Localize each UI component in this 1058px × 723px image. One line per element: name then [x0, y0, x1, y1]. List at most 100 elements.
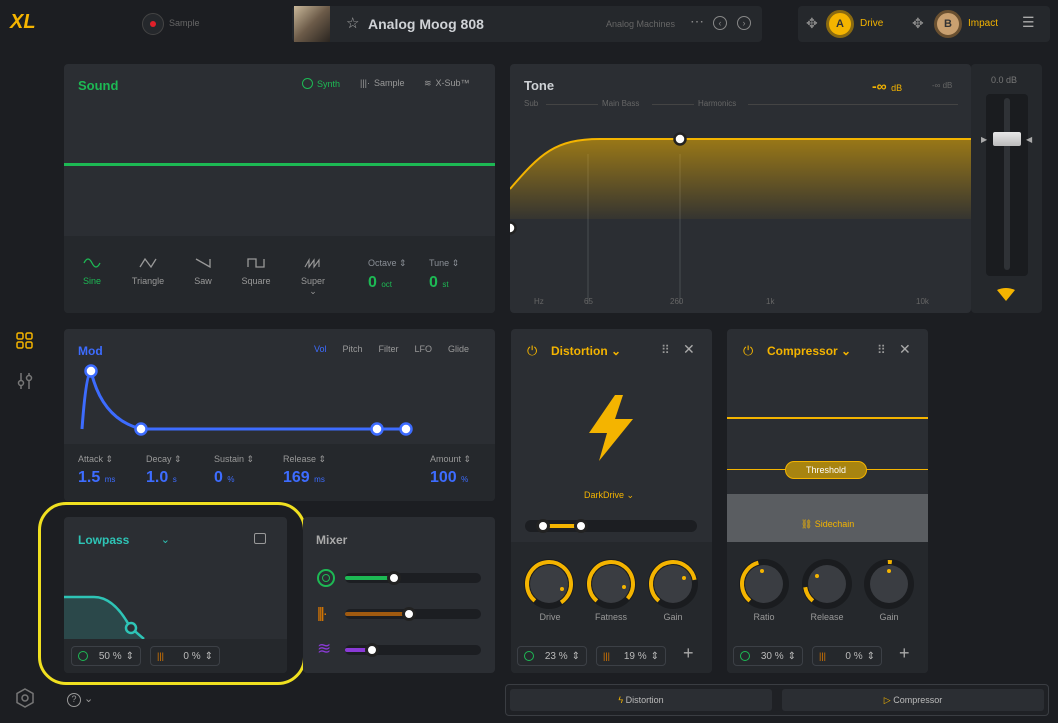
- sine-wave-icon: [83, 258, 101, 268]
- compressor-title[interactable]: Compressor ⌄: [767, 344, 851, 358]
- mixer-panel: Mixer |||· ≋: [303, 517, 495, 673]
- compressor-drag-icon[interactable]: ⠿: [877, 343, 886, 357]
- favorite-star-icon[interactable]: ☆: [346, 14, 359, 32]
- release-control[interactable]: Release ⇕ 169 ms: [283, 454, 326, 487]
- record-sample-button[interactable]: [142, 13, 164, 35]
- mixer-title: Mixer: [316, 533, 348, 547]
- compressor-synth-amount[interactable]: 30 % ⇕: [733, 646, 803, 666]
- tone-title: Tone: [524, 78, 555, 93]
- fatness-knob[interactable]: [586, 559, 636, 609]
- sample-label: Sample: [169, 18, 200, 28]
- tab-vol[interactable]: Vol: [314, 344, 327, 354]
- ratio-knob[interactable]: [739, 559, 789, 609]
- ratio-label: Ratio: [753, 612, 775, 622]
- move-slot-a-icon[interactable]: ✥: [806, 15, 818, 32]
- distortion-power-icon[interactable]: ⏻: [527, 343, 537, 359]
- wave-sine[interactable]: Sine: [78, 256, 106, 286]
- list-menu-icon[interactable]: ☰: [1022, 14, 1035, 31]
- compressor-close-icon[interactable]: ✕: [899, 341, 911, 358]
- settings-hex-icon[interactable]: [15, 688, 35, 708]
- grid-view-icon[interactable]: [16, 332, 34, 350]
- compressor-gain-knob[interactable]: [864, 559, 914, 609]
- move-slot-b-icon[interactable]: ✥: [912, 15, 924, 32]
- mixer-synth-slider[interactable]: [345, 571, 481, 585]
- distortion-sample-amount[interactable]: ||| 19 % ⇕: [596, 646, 666, 666]
- tab-lfo[interactable]: LFO: [415, 344, 433, 354]
- distortion-drag-icon[interactable]: ⠿: [661, 343, 670, 357]
- distortion-add-icon[interactable]: +: [683, 643, 694, 664]
- mixer-sliders-icon[interactable]: [16, 372, 34, 390]
- tune-value: 0: [429, 274, 438, 291]
- synth-icon: [740, 651, 750, 661]
- attack-control[interactable]: Attack ⇕ 1.5 ms: [78, 454, 115, 487]
- envelope-graph[interactable]: [64, 359, 495, 444]
- compressor-power-icon[interactable]: ⏻: [743, 343, 753, 359]
- threshold-handle[interactable]: Threshold: [785, 461, 867, 479]
- link-icon: ⛓: [800, 519, 813, 529]
- mixer-sample-slider[interactable]: [345, 607, 481, 621]
- mod-title: Mod: [78, 344, 103, 358]
- synth-mode-tab[interactable]: Synth: [302, 78, 340, 89]
- range-low-handle: [536, 519, 550, 533]
- wave-triangle[interactable]: Triangle: [128, 256, 168, 286]
- mixer-xsub-slider[interactable]: [345, 643, 481, 657]
- fader-db-value: 0.0 dB: [991, 75, 1018, 85]
- play-triangle-icon: ▷: [883, 695, 891, 705]
- super-chevron-down-icon[interactable]: ⌄: [296, 286, 330, 297]
- compressor-add-icon[interactable]: +: [899, 643, 910, 664]
- xsub-mode-tab[interactable]: ≋ X-Sub™: [424, 78, 470, 89]
- slot-b-letter: B: [944, 18, 952, 30]
- slot-b-badge[interactable]: B: [934, 10, 962, 38]
- distortion-knobs: Drive Fatness Gain 23 % ⇕ ||| 19 % ⇕ +: [511, 542, 712, 673]
- compressor-sample-amount[interactable]: ||| 0 % ⇕: [812, 646, 882, 666]
- distortion-type-select[interactable]: DarkDrive ⌄: [584, 490, 634, 501]
- slot-b-label[interactable]: Impact: [968, 18, 998, 29]
- synth-icon: [524, 651, 534, 661]
- more-options-icon[interactable]: ⋯: [690, 13, 704, 30]
- mixer-sample-icon: |||·: [317, 605, 328, 622]
- compressor-release-knob[interactable]: [802, 559, 852, 609]
- fader-handle[interactable]: [993, 132, 1021, 146]
- tone-db-secondary[interactable]: -∞ dB: [932, 81, 952, 90]
- sidechain-area[interactable]: ⛓ Sidechain: [727, 494, 928, 542]
- slot-a-label[interactable]: Drive: [860, 18, 883, 29]
- tab-glide[interactable]: Glide: [448, 344, 469, 354]
- amount-control[interactable]: Amount ⇕ 100 %: [430, 454, 471, 487]
- tab-compressor[interactable]: ▷ Compressor: [782, 689, 1044, 711]
- drive-knob[interactable]: [524, 559, 574, 609]
- env-sustain-handle: [370, 422, 384, 436]
- env-attack-handle: [84, 364, 98, 378]
- top-bar: XL Sample ☆ Analog Moog 808 Analog Machi…: [0, 0, 1058, 48]
- tune-control[interactable]: Tune ⇕ 0 st: [429, 258, 459, 292]
- wave-super[interactable]: Super ⌄: [296, 256, 330, 297]
- prev-preset-icon[interactable]: ‹: [713, 16, 727, 30]
- square-wave-icon: [247, 258, 265, 268]
- next-preset-icon[interactable]: ›: [737, 16, 751, 30]
- mixer-synth-knob: [387, 571, 401, 585]
- distortion-range-slider[interactable]: [525, 519, 697, 533]
- sample-mode-tab[interactable]: |||· Sample: [360, 78, 405, 88]
- decay-control[interactable]: Decay ⇕ 1.0 s: [146, 454, 182, 487]
- chevron-down-icon: ⌄: [626, 490, 635, 500]
- band-harmonics: Harmonics: [698, 99, 737, 108]
- wave-square[interactable]: Square: [238, 256, 274, 286]
- wave-saw[interactable]: Saw: [188, 256, 218, 286]
- preset-category: Analog Machines: [606, 19, 676, 29]
- tone-db-main[interactable]: -∞ dB: [872, 78, 902, 96]
- distortion-title[interactable]: Distortion ⌄: [551, 344, 621, 358]
- distortion-synth-amount[interactable]: 23 % ⇕: [517, 646, 587, 666]
- distortion-gain-knob[interactable]: [648, 559, 698, 609]
- synth-icon: [302, 78, 313, 89]
- sustain-control[interactable]: Sustain ⇕ 0 %: [214, 454, 254, 487]
- help-icon[interactable]: ? ⌄: [67, 692, 93, 707]
- fader-track[interactable]: [986, 94, 1028, 276]
- preset-name[interactable]: Analog Moog 808: [368, 16, 484, 32]
- tab-filter[interactable]: Filter: [379, 344, 399, 354]
- tab-distortion[interactable]: ϟ Distortion: [510, 689, 772, 711]
- slot-a-badge[interactable]: A: [826, 10, 854, 38]
- distortion-close-icon[interactable]: ✕: [683, 341, 695, 358]
- tone-eq-graph[interactable]: [510, 114, 971, 313]
- octave-control[interactable]: Octave ⇕ 0 oct: [368, 258, 407, 292]
- tab-pitch[interactable]: Pitch: [343, 344, 363, 354]
- fader-link-icon[interactable]: [996, 288, 1016, 307]
